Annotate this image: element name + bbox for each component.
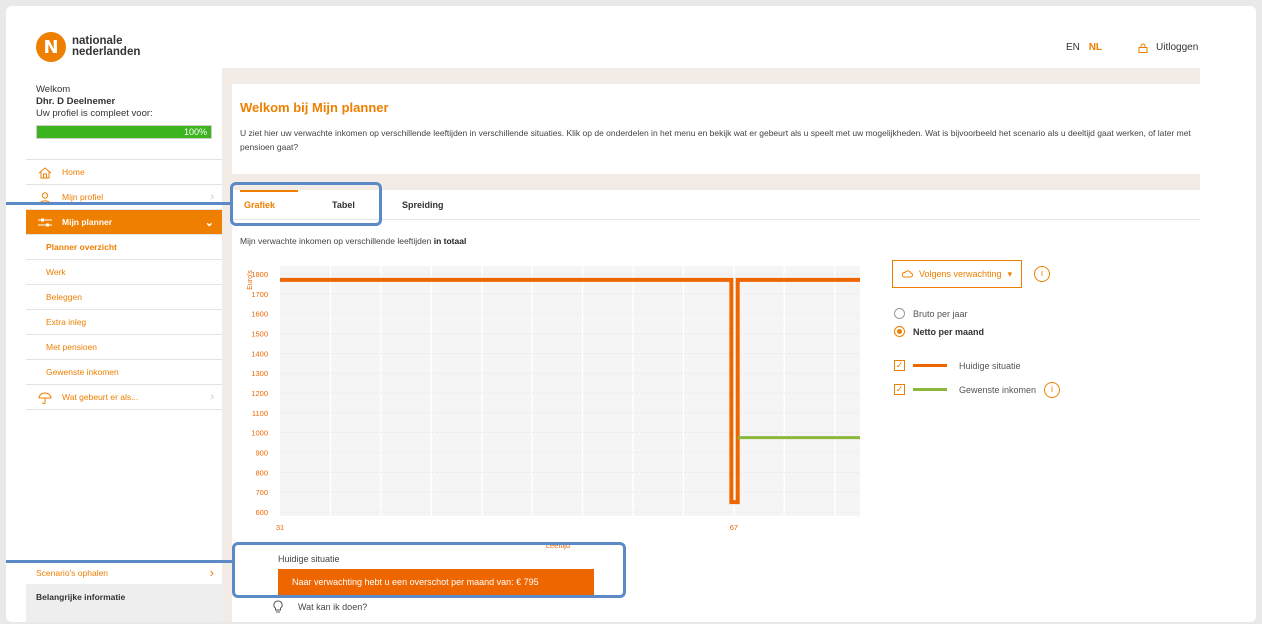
y-axis-label: Euro's bbox=[247, 270, 254, 290]
logo-line2: nederlanden bbox=[72, 46, 141, 58]
sidebar-subitem-extra-deposit[interactable]: Extra inleg bbox=[26, 310, 222, 335]
sidebar-item-label: Mijn planner bbox=[62, 217, 113, 227]
sidebar-item-profile[interactable]: Mijn profiel › bbox=[26, 185, 222, 210]
legend-current-situation[interactable]: ✓ Huidige situatie bbox=[894, 360, 1021, 371]
chevron-right-icon: › bbox=[209, 565, 214, 580]
dropdown-value: Volgens verwachting bbox=[919, 269, 1002, 279]
sidebar-item-what-if[interactable]: Wat gebeurt er als... › bbox=[26, 385, 222, 410]
info-icon[interactable]: i bbox=[1034, 266, 1050, 282]
sidebar-item-label: Home bbox=[62, 167, 85, 177]
profile-status-text: Uw profiel is compleet voor: bbox=[36, 108, 153, 119]
y-tick-label: 700 bbox=[255, 488, 268, 497]
sidebar-subitem-desired-income[interactable]: Gewenste inkomen bbox=[26, 360, 222, 385]
sidebar-item-planner[interactable]: Mijn planner ⌄ bbox=[26, 210, 222, 235]
info-icon[interactable]: i bbox=[1044, 382, 1060, 398]
radio-label: Bruto per jaar bbox=[913, 308, 968, 319]
x-tick-label: 31 bbox=[276, 523, 284, 532]
sidebar-subitem-planner-overview[interactable]: Planner overzicht bbox=[26, 235, 222, 260]
radio-gross-per-year[interactable]: Bruto per jaar bbox=[894, 308, 968, 319]
legend-swatch-current bbox=[913, 364, 947, 367]
chart-plot-area bbox=[280, 266, 860, 516]
chart-caption-bold: in totaal bbox=[433, 236, 467, 246]
logo-text: nationale nederlanden bbox=[72, 35, 141, 58]
home-icon bbox=[38, 167, 52, 179]
legend-desired-income[interactable]: ✓ Gewenste inkomen bbox=[894, 384, 1036, 395]
y-tick-label: 1100 bbox=[252, 409, 268, 418]
welcome-panel: Welkom Dhr. D Deelnemer Uw profiel is co… bbox=[26, 76, 222, 160]
sidebar-subitem-investing[interactable]: Beleggen bbox=[26, 285, 222, 310]
sidebar: Welkom Dhr. D Deelnemer Uw profiel is co… bbox=[26, 76, 222, 622]
lang-en-link[interactable]: EN bbox=[1066, 42, 1080, 53]
profile-progress-fill: 100% bbox=[37, 126, 211, 138]
header-divider bbox=[222, 68, 1200, 84]
income-chart-svg: 600 700 800 900 1000 1100 1200 1300 1400 1500 1600… bbox=[247, 266, 860, 550]
chevron-right-icon: › bbox=[210, 391, 214, 403]
income-chart: 600 700 800 900 1000 1100 1200 1300 1400 1500 1600… bbox=[240, 258, 860, 554]
chevron-down-icon: ▾ bbox=[1007, 268, 1013, 279]
scenarios-label: Scenario's ophalen bbox=[36, 567, 109, 578]
page-title: Welkom bij Mijn planner bbox=[240, 100, 389, 115]
y-tick-label: 1200 bbox=[251, 389, 268, 398]
y-tick-label: 900 bbox=[255, 449, 268, 458]
content-gutter bbox=[222, 68, 232, 622]
profile-progress-bar: 100% bbox=[36, 125, 212, 139]
scenario-dropdown[interactable]: Volgens verwachting ▾ bbox=[892, 260, 1022, 288]
lang-nl-link[interactable]: NL bbox=[1089, 42, 1102, 53]
sidebar-item-label: Wat gebeurt er als... bbox=[62, 392, 139, 402]
y-tick-label: 1300 bbox=[251, 369, 268, 378]
legend-swatch-desired bbox=[913, 388, 947, 391]
highlight-tabs-box bbox=[230, 182, 382, 226]
y-tick-label: 1000 bbox=[251, 429, 268, 438]
app-frame: N nationale nederlanden EN NL Uitloggen … bbox=[6, 6, 1256, 622]
umbrella-icon bbox=[38, 392, 52, 404]
chart-caption: Mijn verwachte inkomen op verschillende … bbox=[240, 236, 466, 246]
radio-button[interactable] bbox=[894, 308, 905, 319]
welcome-text: Welkom bbox=[36, 84, 71, 95]
y-tick-label: 1600 bbox=[251, 310, 268, 319]
highlight-connector-result bbox=[6, 560, 232, 563]
sliders-icon bbox=[38, 218, 52, 227]
top-bar: N nationale nederlanden EN NL Uitloggen bbox=[6, 6, 1256, 70]
user-name: Dhr. D Deelnemer bbox=[36, 96, 116, 107]
logo-mark-icon: N bbox=[36, 32, 66, 62]
y-tick-label: 600 bbox=[255, 508, 268, 517]
logo[interactable]: N nationale nederlanden bbox=[36, 32, 140, 62]
checkbox-checked[interactable]: ✓ bbox=[894, 360, 905, 371]
chevron-down-icon: ⌄ bbox=[204, 217, 214, 229]
logout-link[interactable]: Uitloggen bbox=[1138, 42, 1198, 53]
sidebar-subitem-retirement[interactable]: Met pensioen bbox=[26, 335, 222, 360]
legend-label: Gewenste inkomen bbox=[959, 384, 1037, 395]
cloud-icon bbox=[901, 270, 913, 278]
chart-caption-text: Mijn verwachte inkomen op verschillende … bbox=[240, 236, 432, 246]
y-tick-label: 1400 bbox=[251, 349, 268, 358]
y-tick-label: 1500 bbox=[251, 329, 268, 338]
lightbulb-icon bbox=[273, 600, 283, 613]
y-tick-label: 800 bbox=[255, 468, 268, 477]
lock-icon bbox=[1138, 43, 1148, 53]
sidebar-item-home[interactable]: Home bbox=[26, 160, 222, 185]
language-switch: EN NL bbox=[1066, 42, 1102, 53]
logout-label: Uitloggen bbox=[1156, 42, 1199, 53]
checkbox-checked[interactable]: ✓ bbox=[894, 384, 905, 395]
highlight-result-box bbox=[232, 542, 626, 598]
what-can-i-do-label: Wat kan ik doen? bbox=[298, 602, 368, 612]
x-tick-label: 67 bbox=[730, 523, 738, 532]
radio-label: Netto per maand bbox=[913, 326, 985, 337]
legend-label: Huidige situatie bbox=[959, 360, 1021, 371]
highlight-connector-tabs bbox=[6, 202, 230, 205]
important-info-link[interactable]: Belangrijke informatie bbox=[26, 584, 222, 622]
radio-button-selected[interactable] bbox=[894, 326, 905, 337]
sidebar-subitem-work[interactable]: Werk bbox=[26, 260, 222, 285]
scenarios-load-button[interactable]: Scenario's ophalen › bbox=[26, 560, 222, 584]
tab-spreiding[interactable]: Spreiding bbox=[402, 200, 444, 210]
y-tick-label: 1700 bbox=[251, 290, 268, 299]
what-can-i-do-link[interactable]: Wat kan ik doen? bbox=[272, 600, 367, 614]
radio-net-per-month[interactable]: Netto per maand bbox=[894, 326, 984, 337]
sidebar-item-label: Mijn profiel bbox=[62, 192, 104, 202]
intro-text: U ziet hier uw verwachte inkomen op vers… bbox=[240, 128, 1191, 152]
